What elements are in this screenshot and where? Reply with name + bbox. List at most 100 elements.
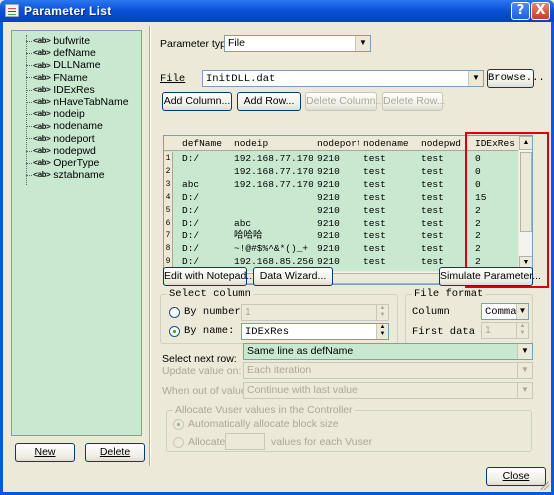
table-cell[interactable]: test xyxy=(417,204,471,217)
table-cell[interactable]: test xyxy=(417,191,471,204)
row-number[interactable]: 7 xyxy=(164,229,173,243)
row-number[interactable]: 3 xyxy=(164,177,173,191)
parameter-type-select[interactable]: File ▼ xyxy=(224,35,371,52)
table-cell[interactable]: test xyxy=(417,152,471,165)
table-cell[interactable]: test xyxy=(417,242,471,255)
table-cell[interactable]: ~!@#$%^&*()_+ xyxy=(230,242,313,255)
table-cell[interactable]: 2 xyxy=(471,242,519,255)
table-cell[interactable]: 9210 xyxy=(313,178,359,191)
table-cell[interactable] xyxy=(230,191,313,204)
table-cell[interactable]: test xyxy=(359,152,417,165)
table-cell[interactable]: 2 xyxy=(471,229,519,242)
first-data-spinner-icon[interactable]: ▲ ▼ xyxy=(516,323,528,338)
table-cell[interactable]: 192.168.77.170 xyxy=(230,178,313,191)
table-cell[interactable]: D:/ xyxy=(178,217,230,230)
data-wizard-button[interactable]: Data Wizard... xyxy=(253,267,333,286)
by-number-radio[interactable] xyxy=(169,307,180,318)
close-button[interactable]: Close xyxy=(486,467,546,486)
table-cell[interactable]: test xyxy=(359,217,417,230)
delete-button[interactable]: Delete xyxy=(85,443,145,462)
table-cell[interactable]: 9210 xyxy=(313,152,359,165)
delete-column-button[interactable]: Delete Column... xyxy=(305,92,384,111)
resize-grip-icon[interactable] xyxy=(539,480,549,490)
table-cell[interactable]: D:/ xyxy=(178,229,230,242)
edit-with-notepad-button[interactable]: Edit with Notepad... xyxy=(163,267,255,286)
table-cell[interactable]: 0 xyxy=(471,165,519,178)
tree-item[interactable]: <ab> nodeport xyxy=(26,133,95,145)
browse-button[interactable]: Browse... xyxy=(487,69,545,88)
column-header[interactable]: nodepwd xyxy=(417,137,471,150)
tree-item[interactable]: <ab> nodename xyxy=(26,120,103,132)
table-cell[interactable]: abc xyxy=(230,217,313,230)
table-cell[interactable]: 192.168.77.170 xyxy=(230,165,313,178)
first-data-input[interactable]: 1 ▲ ▼ xyxy=(481,322,529,339)
table-cell[interactable]: test xyxy=(417,165,471,178)
table-cell[interactable]: 9210 xyxy=(313,217,359,230)
column-delimiter-select[interactable]: Comma ▼ xyxy=(481,303,529,320)
tree-item[interactable]: <ab> nodepwd xyxy=(26,145,96,157)
table-cell[interactable]: 9210 xyxy=(313,204,359,217)
chevron-down-icon[interactable]: ▼ xyxy=(517,383,532,398)
table-cell[interactable]: D:/ xyxy=(178,204,230,217)
parameter-tree[interactable]: <ab> bufwrite <ab> defName <ab> DLLName <ab> FN… xyxy=(11,30,142,436)
table-cell[interactable]: D:/ xyxy=(178,191,230,204)
when-out-of-values-select[interactable]: Continue with last value ▼ xyxy=(243,382,533,399)
table-cell[interactable]: 2 xyxy=(471,204,519,217)
add-column-button[interactable]: Add Column... xyxy=(162,92,232,111)
table-cell[interactable]: test xyxy=(359,255,417,268)
column-header[interactable]: IDExRes xyxy=(471,137,519,150)
tree-item[interactable]: <ab> defName xyxy=(26,47,96,59)
row-number[interactable]: 1 xyxy=(164,152,173,165)
table-cell[interactable]: 0 xyxy=(471,178,519,191)
auto-allocate-radio[interactable] xyxy=(173,419,184,430)
table-cell[interactable]: 9210 xyxy=(313,229,359,242)
row-number[interactable]: 2 xyxy=(164,164,173,178)
table-cell[interactable]: D:/ xyxy=(178,242,230,255)
close-window-button[interactable]: X xyxy=(531,2,550,20)
column-header[interactable]: nodeport xyxy=(313,137,359,150)
table-cell[interactable]: test xyxy=(359,165,417,178)
chevron-down-icon[interactable]: ▼ xyxy=(517,363,532,378)
table-cell[interactable] xyxy=(178,165,230,178)
table-cell[interactable]: abc xyxy=(178,178,230,191)
table-cell[interactable]: 9210 xyxy=(313,242,359,255)
table-cell[interactable]: 192.168.77.170 xyxy=(230,152,313,165)
table-cell[interactable]: test xyxy=(359,229,417,242)
column-header[interactable]: nodeip xyxy=(230,137,313,150)
tree-item[interactable]: <ab> nHaveTabName xyxy=(26,96,129,108)
table-cell[interactable]: test xyxy=(417,217,471,230)
new-button[interactable]: New xyxy=(15,443,75,462)
row-number[interactable]: 8 xyxy=(164,242,173,256)
table-cell[interactable]: 15 xyxy=(471,191,519,204)
name-spinner-icon[interactable]: ▲ ▼ xyxy=(376,324,388,339)
column-number-input[interactable]: 1 ▲ ▼ xyxy=(241,304,389,321)
chevron-down-icon[interactable]: ▼ xyxy=(516,304,528,319)
row-number[interactable]: 4 xyxy=(164,190,173,204)
help-button[interactable]: ? xyxy=(511,2,530,20)
table-cell[interactable] xyxy=(230,204,313,217)
table-cell[interactable]: D:/ xyxy=(178,152,230,165)
table-cell[interactable]: test xyxy=(359,178,417,191)
grid-vertical-scrollbar[interactable]: ▲ ▼ xyxy=(518,136,532,271)
table-cell[interactable]: 0 xyxy=(471,152,519,165)
parameter-data-grid[interactable]: defName nodeip nodeport nodename nodepwd IDEx… xyxy=(163,135,533,285)
manual-allocate-radio[interactable] xyxy=(173,437,184,448)
by-name-radio[interactable] xyxy=(169,326,180,337)
tree-item[interactable]: <ab> DLLName xyxy=(26,59,101,71)
tree-item[interactable]: <ab> bufwrite xyxy=(26,35,90,47)
number-spinner-icon[interactable]: ▲ ▼ xyxy=(376,305,388,320)
tree-item[interactable]: <ab> OperType xyxy=(26,157,99,169)
table-cell[interactable]: 9210 xyxy=(313,191,359,204)
table-cell[interactable]: 2 xyxy=(471,217,519,230)
block-size-input[interactable] xyxy=(225,433,265,450)
chevron-down-icon[interactable]: ▼ xyxy=(517,344,532,359)
column-name-select[interactable]: IDExRes ▲ ▼ xyxy=(241,323,389,340)
simulate-parameter-button[interactable]: Simulate Parameter... xyxy=(439,267,541,286)
tree-item[interactable]: <ab> IDExRes xyxy=(26,84,95,96)
column-header[interactable]: defName xyxy=(178,137,230,150)
update-value-on-select[interactable]: Each iteration ▼ xyxy=(243,362,533,379)
row-number[interactable]: 5 xyxy=(164,203,173,217)
file-path-select[interactable]: InitDLL.dat ▼ xyxy=(202,70,484,87)
table-cell[interactable]: test xyxy=(359,191,417,204)
table-cell[interactable]: test xyxy=(417,178,471,191)
